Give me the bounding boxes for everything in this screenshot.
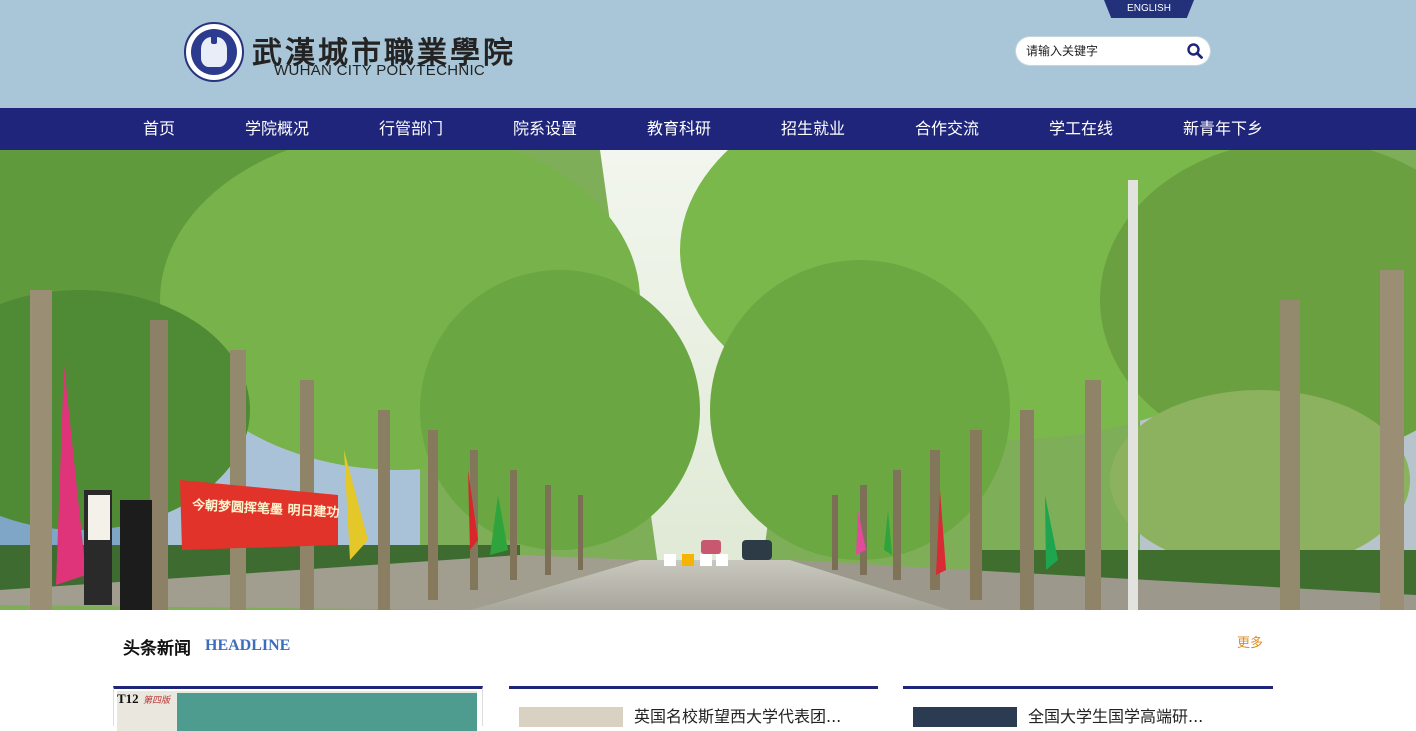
nav-item-home[interactable]: 首页: [143, 108, 175, 150]
news-title[interactable]: 全国大学生国学高端研...: [1028, 703, 1203, 727]
slide-dot-1[interactable]: [664, 554, 676, 566]
nav-item-student-affairs[interactable]: 学工在线: [1049, 108, 1113, 150]
nav-item-research[interactable]: 教育科研: [647, 108, 711, 150]
featured-news-image: 第四版: [117, 691, 477, 731]
main-navigation: 首页 学院概况 行管部门 院系设置 教育科研 招生就业 合作交流 学工在线 新青…: [0, 108, 1416, 150]
news-thumbnail: [519, 707, 623, 727]
hero-slideshow[interactable]: 今朝梦圆挥笔墨 明日建功: [0, 150, 1416, 610]
news-title[interactable]: 英国名校斯望西大学代表团...: [634, 703, 841, 727]
slide-dot-4[interactable]: [716, 554, 728, 566]
nav-item-youth-countryside[interactable]: 新青年下乡: [1183, 108, 1263, 150]
headline-section-subtitle: HEADLINE: [205, 637, 291, 654]
headline-card-featured[interactable]: 第四版 T12: [113, 686, 483, 731]
site-header: 武漢城市職業學院 WUHAN CITY POLYTECHNIC ENGLISH: [0, 0, 1416, 108]
nav-item-admin-departments[interactable]: 行管部门: [379, 108, 443, 150]
logo-english-name[interactable]: WUHAN CITY POLYTECHNIC: [274, 62, 485, 79]
nav-item-faculties[interactable]: 院系设置: [513, 108, 577, 150]
headline-card[interactable]: 全国大学生国学高端研...: [903, 686, 1273, 727]
nav-item-cooperation[interactable]: 合作交流: [915, 108, 979, 150]
search-box: [1016, 37, 1210, 65]
news-thumbnail: [913, 707, 1017, 727]
search-icon[interactable]: [1185, 41, 1205, 61]
featured-page-tag: T12: [117, 691, 139, 706]
school-emblem-icon[interactable]: [184, 22, 244, 82]
slide-dot-3[interactable]: [700, 554, 712, 566]
nav-item-about[interactable]: 学院概况: [245, 108, 309, 150]
slide-dot-2[interactable]: [682, 554, 694, 566]
headline-more-link[interactable]: 更多: [1237, 632, 1263, 651]
search-input[interactable]: [1026, 41, 1176, 61]
nav-item-admissions[interactable]: 招生就业: [781, 108, 845, 150]
english-version-link[interactable]: ENGLISH: [1104, 0, 1194, 18]
headline-section-title: 头条新闻: [123, 639, 191, 659]
headline-card[interactable]: 英国名校斯望西大学代表团...: [509, 686, 878, 727]
campus-avenue-photo: [0, 150, 1416, 610]
